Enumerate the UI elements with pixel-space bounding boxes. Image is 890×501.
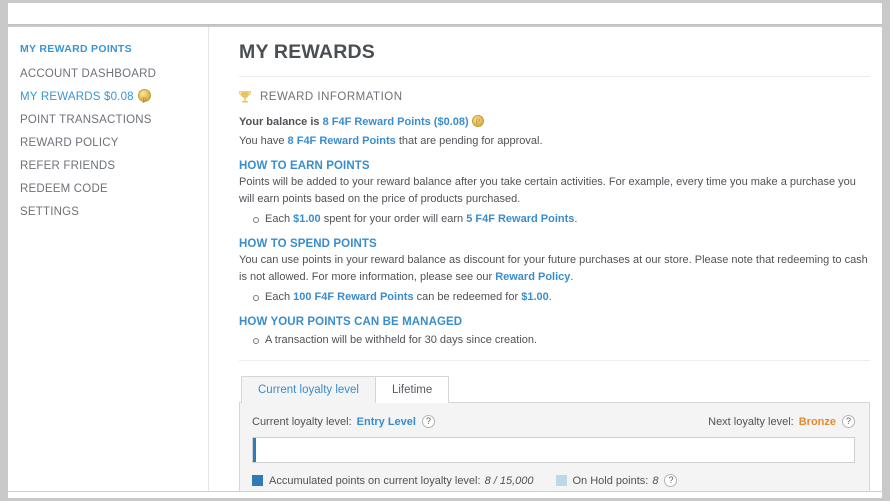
list-item: Each 100 F4F Reward Points can be redeem…: [253, 289, 870, 305]
sidebar-item-account-dashboard[interactable]: ACCOUNT DASHBOARD: [8, 63, 208, 86]
account-sidebar: MY REWARD POINTS ACCOUNT DASHBOARD MY RE…: [8, 27, 208, 491]
loyalty-progress-bar: [252, 437, 855, 463]
legend-swatch-accumulated: [252, 475, 263, 486]
earn-bullet-points: 5 F4F Reward Points: [466, 213, 575, 225]
legend-label: Accumulated points on current loyalty le…: [269, 474, 481, 487]
loyalty-panel: Current loyalty level Lifetime Current l…: [239, 376, 870, 491]
pending-line: You have 8 F4F Reward Points that are pe…: [239, 133, 870, 150]
sidebar-item-my-reward-points[interactable]: MY REWARD POINTS: [8, 38, 208, 61]
legend-item-accumulated: Accumulated points on current loyalty le…: [252, 475, 534, 487]
loyalty-level-row: Current loyalty level: Entry Level ? Nex…: [252, 415, 855, 428]
page-title: MY REWARDS: [239, 41, 375, 63]
coin-icon: [137, 89, 151, 112]
next-loyalty-level-label: Next loyalty level:: [708, 415, 794, 428]
earn-bullet-middle: spent for your order will earn: [323, 213, 464, 225]
earn-bullet-prefix: Each: [265, 213, 291, 225]
sidebar-item-redeem-code[interactable]: REDEEM CODE: [8, 178, 208, 201]
next-loyalty-level-group: Next loyalty level: Bronze ?: [708, 415, 855, 428]
spend-bullet-amount: $1.00: [521, 291, 549, 303]
sidebar-item-label: SETTINGS: [20, 206, 80, 218]
how-managed-heading: HOW YOUR POINTS CAN BE MANAGED: [239, 316, 463, 328]
current-loyalty-level-label: Current loyalty level:: [252, 415, 352, 428]
progress-fill: [253, 438, 256, 462]
earn-bullet-suffix: .: [574, 213, 578, 225]
balance-prefix: Your balance is: [239, 116, 320, 128]
browser-bottom-strip: [8, 491, 882, 498]
reward-policy-link[interactable]: Reward Policy: [495, 271, 570, 283]
how-to-earn-heading: HOW TO EARN POINTS: [239, 160, 370, 172]
legend-value: 8: [652, 474, 659, 487]
spend-bullet-middle: can be redeemed for: [416, 291, 519, 303]
browser-top-strip: [8, 3, 882, 25]
trophy-icon: [239, 90, 251, 104]
sidebar-item-my-rewards[interactable]: MY REWARDS $0.08: [8, 86, 208, 112]
reward-information-heading: REWARD INFORMATION: [239, 90, 870, 104]
spend-bullet-suffix: .: [548, 291, 552, 303]
loyalty-legend: Accumulated points on current loyalty le…: [252, 474, 855, 487]
page-container: MY REWARD POINTS ACCOUNT DASHBOARD MY RE…: [8, 27, 882, 491]
loyalty-progress-zone: [252, 437, 855, 463]
list-item: Each $1.00 spent for your order will ear…: [253, 211, 870, 227]
loyalty-tabs: Current loyalty level Lifetime: [241, 376, 870, 403]
next-loyalty-level-value[interactable]: Bronze: [799, 416, 836, 428]
sidebar-item-point-transactions[interactable]: POINT TRANSACTIONS: [8, 109, 208, 132]
legend-swatch-on-hold: [555, 475, 567, 486]
sidebar-item-reward-policy[interactable]: REWARD POLICY: [8, 132, 208, 155]
balance-value-link[interactable]: 8 F4F Reward Points ($0.08): [323, 116, 469, 128]
sidebar-item-label: REWARD POLICY: [20, 137, 119, 149]
balance-line: Your balance is 8 F4F Reward Points ($0.…: [239, 114, 870, 131]
main-content: MY REWARDS REWARD INFORMATION Your balan…: [209, 27, 882, 491]
sidebar-item-label: REFER FRIENDS: [20, 160, 116, 172]
how-to-spend-bullets: Each 100 F4F Reward Points can be redeem…: [239, 289, 870, 305]
pending-prefix: You have: [239, 134, 285, 147]
spend-bullet-prefix: Each: [265, 291, 291, 303]
pre-tabs-divider: [239, 360, 870, 361]
pending-value-link[interactable]: 8 F4F Reward Points: [288, 135, 396, 147]
sidebar-item-label: POINT TRANSACTIONS: [20, 114, 152, 126]
current-loyalty-level-group: Current loyalty level: Entry Level ?: [252, 415, 435, 428]
help-icon[interactable]: ?: [664, 474, 678, 487]
screenshot-viewport: MY REWARD POINTS ACCOUNT DASHBOARD MY RE…: [0, 0, 890, 501]
pending-suffix: that are pending for approval.: [398, 134, 543, 147]
tab-current-loyalty-level[interactable]: Current loyalty level: [241, 376, 375, 403]
sidebar-item-label: MY REWARD POINTS: [20, 43, 132, 55]
how-to-spend-heading: HOW TO SPEND POINTS: [239, 238, 377, 250]
spend-bullet-points: 100 F4F Reward Points: [293, 291, 414, 303]
how-to-earn-body: Points will be added to your reward bala…: [239, 176, 856, 205]
legend-label: On Hold points:: [572, 474, 649, 487]
reward-information-label: REWARD INFORMATION: [260, 91, 403, 103]
help-icon[interactable]: ?: [421, 415, 435, 428]
sidebar-item-label: REDEEM CODE: [20, 183, 108, 195]
sidebar-item-label: MY REWARDS $0.08: [20, 91, 134, 103]
sidebar-item-settings[interactable]: SETTINGS: [8, 201, 208, 224]
how-to-spend-body: You can use points in your reward balanc…: [239, 252, 870, 285]
legend-item-on-hold: On Hold points: 8 ?: [555, 474, 678, 487]
title-divider: [239, 76, 870, 77]
earn-bullet-amount: $1.00: [293, 213, 321, 225]
help-icon[interactable]: ?: [842, 415, 855, 428]
how-managed-bullets: A transaction will be withheld for 30 da…: [239, 332, 870, 348]
legend-value: 8 / 15,000: [484, 474, 534, 487]
sidebar-item-refer-friends[interactable]: REFER FRIENDS: [8, 155, 208, 178]
loyalty-panel-body: Current loyalty level: Entry Level ? Nex…: [239, 402, 870, 491]
coin-icon: [471, 114, 484, 131]
how-to-earn-bullets: Each $1.00 spent for your order will ear…: [239, 211, 870, 227]
tab-lifetime[interactable]: Lifetime: [374, 376, 450, 403]
current-loyalty-level-value[interactable]: Entry Level: [357, 416, 416, 428]
sidebar-item-label: ACCOUNT DASHBOARD: [20, 68, 157, 80]
list-item: A transaction will be withheld for 30 da…: [253, 332, 870, 348]
spend-body-part2: .: [570, 270, 574, 283]
